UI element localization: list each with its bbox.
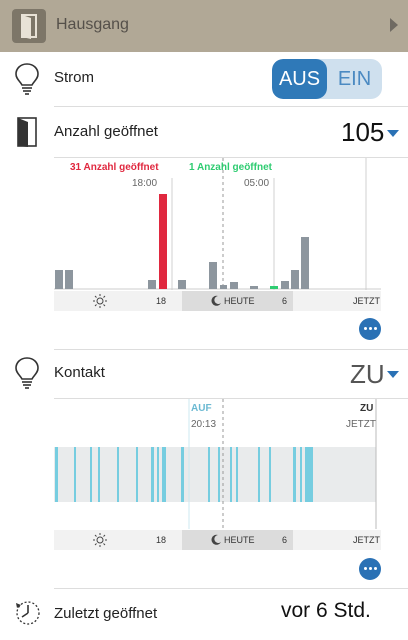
axis-today: HEUTE	[224, 535, 255, 545]
count-annotation-green-time: 05:00	[244, 178, 270, 189]
toggle-off-option[interactable]: AUS	[272, 59, 327, 99]
count-label: Anzahl geöffnet	[54, 123, 158, 140]
sun-icon	[93, 294, 107, 308]
axis-hour-left: 18	[156, 296, 167, 306]
zuletzt-label: Zuletzt geöffnet	[54, 605, 158, 622]
zuletzt-row: Zuletzt geöffnet vor 6 Std.	[0, 589, 408, 640]
kontakt-annotation-open-time: 20:13	[191, 419, 217, 430]
moon-icon	[211, 295, 221, 306]
kontakt-annotation-open: AUF	[191, 403, 212, 414]
axis-hour-right: 6	[282, 535, 288, 545]
door-open-icon	[14, 116, 40, 153]
count-annotation-red: 31 Anzahl geöffnet	[70, 162, 159, 173]
kontakt-chart[interactable]: AUF 20:13 ZU JETZT	[54, 399, 381, 529]
axis-now: JETZT	[353, 535, 380, 545]
count-chart[interactable]: 31 Anzahl geöffnet 18:00 1 Anzahl geöffn…	[54, 158, 381, 290]
axis-now: JETZT	[353, 296, 380, 306]
lightbulb-icon	[14, 356, 40, 395]
axis-hour-left: 18	[156, 535, 167, 545]
kontakt-value[interactable]: ZU	[350, 359, 385, 390]
count-annotation-green: 1 Anzahl geöffnet	[189, 162, 272, 173]
axis-today: HEUTE	[224, 296, 255, 306]
strom-toggle[interactable]: AUS EIN	[272, 59, 382, 99]
kontakt-annotation-closed: ZU	[360, 403, 374, 414]
room-title: Hausgang	[56, 16, 129, 33]
door-icon	[12, 9, 46, 43]
kontakt-label: Kontakt	[54, 364, 105, 381]
chevron-down-icon[interactable]	[387, 130, 399, 137]
more-options-button[interactable]	[359, 318, 381, 340]
count-time-axis: 18 HEUTE 6 JETZT	[54, 291, 381, 311]
count-value[interactable]: 105	[341, 117, 384, 148]
count-annotation-red-time: 18:00	[132, 178, 158, 189]
toggle-on-option[interactable]: EIN	[327, 59, 382, 99]
more-options-button[interactable]	[359, 558, 381, 580]
zuletzt-value: vor 6 Std.	[281, 599, 371, 622]
kontakt-time-axis: 18 HEUTE 6 JETZT	[54, 530, 381, 550]
axis-hour-right: 6	[282, 296, 288, 306]
moon-icon	[211, 534, 221, 545]
sun-icon	[93, 533, 107, 547]
room-header[interactable]: Hausgang	[0, 0, 408, 52]
clock-history-icon	[14, 599, 42, 632]
chevron-down-icon[interactable]	[387, 371, 399, 378]
chevron-right-icon[interactable]	[390, 18, 398, 32]
kontakt-annotation-closed-time: JETZT	[346, 419, 376, 430]
strom-label: Strom	[54, 69, 95, 86]
kontakt-row: Kontakt	[0, 350, 408, 398]
lightbulb-icon	[14, 62, 40, 101]
